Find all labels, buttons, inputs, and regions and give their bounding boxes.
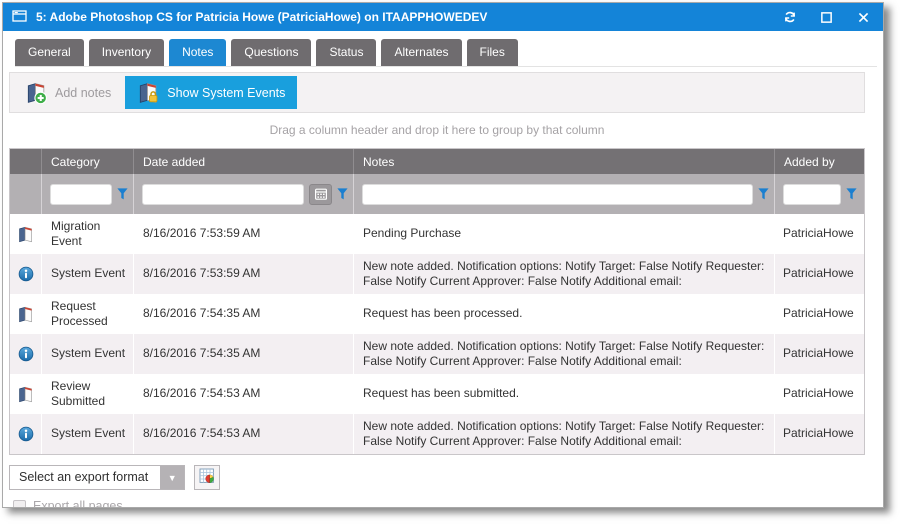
cell-category: System Event [41,334,133,374]
cell-category: System Event [41,254,133,294]
export-all-pages-checkbox[interactable] [13,500,26,509]
cell-notes: New note added. Notification options: No… [353,254,774,294]
note-event-icon [10,294,41,334]
dialog-content: General Inventory Notes Questions Status… [3,31,883,507]
filter-funnel-icon[interactable] [846,188,857,200]
tab-alternates[interactable]: Alternates [381,39,461,66]
system-info-icon [10,254,41,294]
export-bar: Select an export format ▼ [9,465,877,490]
tab-files[interactable]: Files [467,39,518,66]
titlebar[interactable]: 5: Adobe Photoshop CS for Patricia Howe … [3,3,883,31]
cell-added-by: PatriciaHowe [774,414,864,454]
add-notes-button[interactable]: Add notes [13,76,123,109]
column-header-category[interactable]: Category [41,149,133,174]
tab-strip: General Inventory Notes Questions Status… [15,39,877,67]
tab-notes[interactable]: Notes [169,39,226,66]
filter-funnel-icon[interactable] [758,188,769,200]
table-row[interactable]: System Event 8/16/2016 7:54:53 AM New no… [10,414,864,454]
chevron-down-icon[interactable]: ▼ [160,466,184,489]
export-all-pages-row: Export all pages [9,499,877,508]
cell-category: Request Processed [41,294,133,334]
dialog-window: 5: Adobe Photoshop CS for Patricia Howe … [2,2,884,508]
cell-notes: Request has been processed. [353,294,774,334]
cell-added-by: PatriciaHowe [774,374,864,414]
group-by-hint: Drag a column header and drop it here to… [270,123,605,137]
cell-notes: Request has been submitted. [353,374,774,414]
system-info-icon [10,414,41,454]
tab-general[interactable]: General [15,39,84,66]
added-by-filter-input[interactable] [783,184,841,205]
grid-filter-row [10,174,864,214]
cell-added-by: PatriciaHowe [774,334,864,374]
export-all-pages-label: Export all pages [33,499,123,508]
show-system-events-label: Show System Events [167,86,285,100]
cell-date-added: 8/16/2016 7:54:53 AM [133,374,353,414]
export-spreadsheet-icon [199,468,215,487]
tab-status[interactable]: Status [316,39,376,66]
refresh-button[interactable] [782,10,797,25]
cell-notes: New note added. Notification options: No… [353,414,774,454]
cell-notes: Pending Purchase [353,214,774,254]
export-format-value: Select an export format [10,466,160,489]
table-row[interactable]: Review Submitted 8/16/2016 7:54:53 AM Re… [10,374,864,414]
column-header-icon [10,149,41,174]
table-row[interactable]: Request Processed 8/16/2016 7:54:35 AM R… [10,294,864,334]
filter-cell-icon [10,174,41,214]
column-header-notes[interactable]: Notes [353,149,774,174]
window-icon [12,9,28,26]
notes-grid: Category Date added Notes Added by [9,148,865,455]
filter-cell-date-added [133,174,353,214]
cell-date-added: 8/16/2016 7:53:59 AM [133,254,353,294]
column-header-added-by[interactable]: Added by [774,149,864,174]
cell-category: Migration Event [41,214,133,254]
table-row[interactable]: System Event 8/16/2016 7:53:59 AM New no… [10,254,864,294]
window-title: 5: Adobe Photoshop CS for Patricia Howe … [36,10,774,24]
cell-category: Review Submitted [41,374,133,414]
notes-toolbar: Add notes Show System Events [9,72,865,113]
add-notes-label: Add notes [55,86,111,100]
column-header-date-added[interactable]: Date added [133,149,353,174]
show-system-events-button[interactable]: Show System Events [125,76,297,109]
table-row[interactable]: Migration Event 8/16/2016 7:53:59 AM Pen… [10,214,864,254]
cell-added-by: PatriciaHowe [774,254,864,294]
cell-date-added: 8/16/2016 7:54:35 AM [133,334,353,374]
cell-date-added: 8/16/2016 7:53:59 AM [133,214,353,254]
cell-category: System Event [41,414,133,454]
notes-filter-input[interactable] [362,184,753,205]
filter-funnel-icon[interactable] [337,188,348,200]
export-button[interactable] [194,465,220,490]
note-event-icon [10,214,41,254]
tab-inventory[interactable]: Inventory [89,39,164,66]
maximize-button[interactable] [819,10,834,25]
cell-date-added: 8/16/2016 7:54:53 AM [133,414,353,454]
filter-funnel-icon[interactable] [117,188,128,200]
filter-cell-notes [353,174,774,214]
filter-cell-category [41,174,133,214]
close-button[interactable] [856,10,871,25]
calendar-icon[interactable] [309,184,332,205]
date-added-filter-input[interactable] [142,184,304,205]
table-row[interactable]: System Event 8/16/2016 7:54:35 AM New no… [10,334,864,374]
tab-questions[interactable]: Questions [231,39,311,66]
group-by-drop-zone[interactable]: Drag a column header and drop it here to… [9,113,865,148]
cell-added-by: PatriciaHowe [774,294,864,334]
export-format-dropdown[interactable]: Select an export format ▼ [9,465,185,490]
grid-header-row: Category Date added Notes Added by [10,149,864,174]
cell-added-by: PatriciaHowe [774,214,864,254]
cell-date-added: 8/16/2016 7:54:35 AM [133,294,353,334]
filter-cell-added-by [774,174,864,214]
note-event-icon [10,374,41,414]
system-info-icon [10,334,41,374]
system-events-lock-book-icon [137,82,159,104]
add-note-book-icon [25,82,47,104]
cell-notes: New note added. Notification options: No… [353,334,774,374]
category-filter-input[interactable] [50,184,112,205]
